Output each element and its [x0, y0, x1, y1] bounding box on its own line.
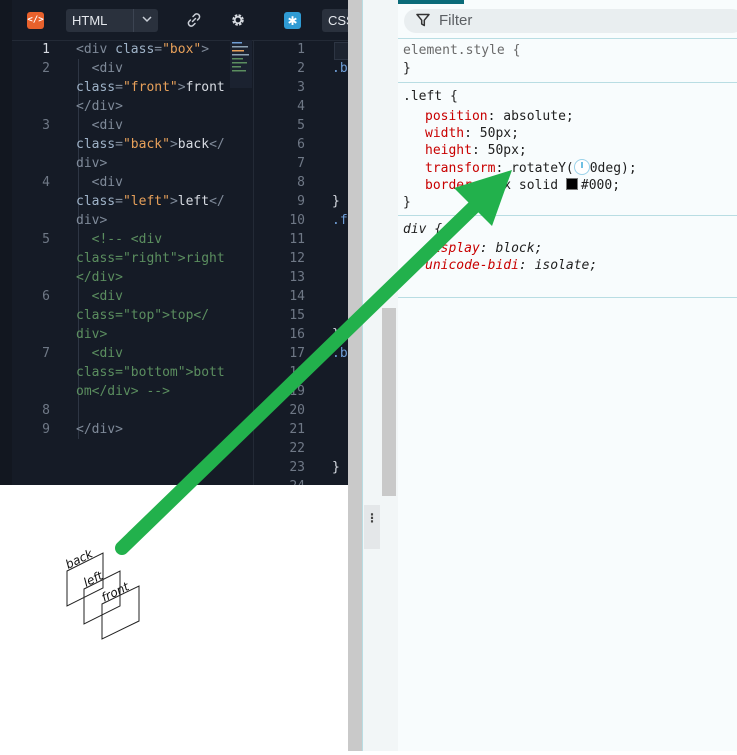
annotation-arrow	[115, 170, 512, 555]
